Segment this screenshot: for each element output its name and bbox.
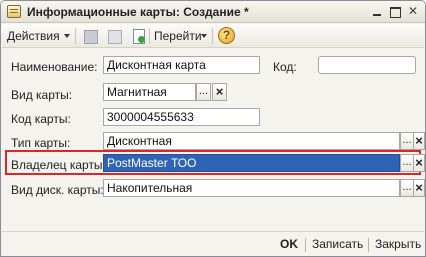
card-kind-choose-button[interactable]: ... xyxy=(196,83,211,101)
code-label: Код: xyxy=(273,60,297,74)
card-kind-select[interactable]: Магнитная xyxy=(103,83,196,101)
owner-choose-button[interactable]: ... xyxy=(400,154,414,172)
window-title: Информационные карты: Создание * xyxy=(27,5,249,19)
toolbar-divider xyxy=(75,28,76,44)
toolbar-divider xyxy=(149,28,150,44)
form-window: Информационные карты: Создание * ✕ Дейст… xyxy=(0,0,426,257)
card-kind-label: Вид карты: xyxy=(11,88,73,102)
owner-label: Владелец карты: xyxy=(11,158,106,172)
footer-bar: OK Записать Закрыть xyxy=(2,231,424,255)
goto-menu-button[interactable]: Перейти xyxy=(154,27,202,45)
discount-kind-clear-icon[interactable]: × xyxy=(413,179,425,197)
code-input[interactable] xyxy=(318,56,416,74)
maximize-icon[interactable] xyxy=(387,4,403,19)
card-code-label: Код карты: xyxy=(11,112,71,126)
card-type-choose-button[interactable]: ... xyxy=(400,132,414,150)
discount-kind-input[interactable]: Накопительная xyxy=(103,179,400,197)
toolbar: Действия Перейти ? xyxy=(2,24,424,48)
list-icon[interactable] xyxy=(82,28,98,44)
catalog-icon xyxy=(7,5,21,18)
owner-clear-icon[interactable]: × xyxy=(413,154,425,172)
close-icon[interactable]: ✕ xyxy=(405,4,421,19)
name-label: Наименование: xyxy=(11,60,98,74)
chevron-down-icon[interactable] xyxy=(201,34,207,38)
chevron-down-icon[interactable] xyxy=(64,34,70,38)
card-type-clear-icon[interactable]: × xyxy=(413,132,425,150)
save-button[interactable]: Записать xyxy=(312,237,363,251)
card-type-input[interactable]: Дисконтная xyxy=(103,132,400,150)
name-input[interactable]: Дисконтная карта xyxy=(103,56,260,74)
card-type-label: Тип карты: xyxy=(11,136,71,150)
new-document-icon[interactable] xyxy=(130,28,146,44)
refresh-icon[interactable] xyxy=(106,28,122,44)
discount-kind-label: Вид диск. карты: xyxy=(11,183,104,197)
card-code-input[interactable]: 3000004555633 xyxy=(103,108,260,126)
minimize-icon[interactable] xyxy=(369,4,385,19)
footer-divider xyxy=(305,238,306,252)
toolbar-divider xyxy=(212,28,213,44)
footer-divider xyxy=(368,238,369,252)
card-kind-clear-icon[interactable]: × xyxy=(212,83,227,101)
owner-input[interactable]: PostMaster ТОО xyxy=(103,154,400,172)
actions-menu-button[interactable]: Действия xyxy=(7,27,60,45)
discount-kind-choose-button[interactable]: ... xyxy=(400,179,414,197)
help-icon[interactable]: ? xyxy=(218,27,235,44)
title-bar: Информационные карты: Создание * ✕ xyxy=(1,1,425,23)
close-button[interactable]: Закрыть xyxy=(375,237,421,251)
ok-button[interactable]: OK xyxy=(280,237,298,251)
